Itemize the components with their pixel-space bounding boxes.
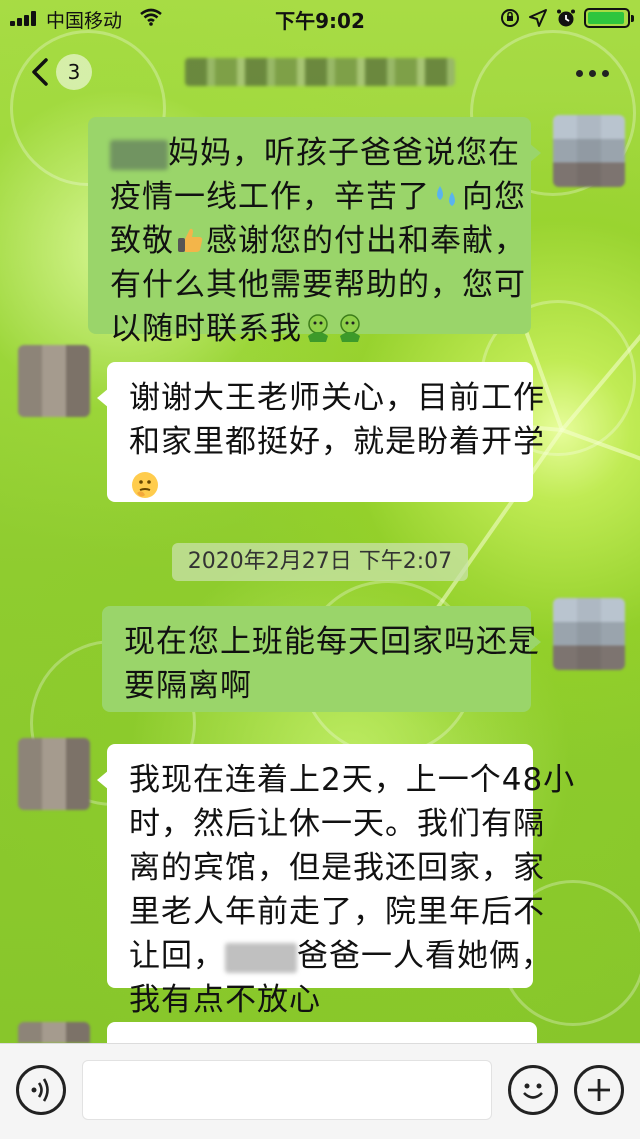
unread-count-badge[interactable]: 3 bbox=[56, 54, 92, 90]
plus-icon[interactable] bbox=[574, 1065, 624, 1115]
message-bubble-outgoing[interactable]: 妈妈，听孩子爸爸说您在 疫情一线工作，辛苦了 向您 致敬 感谢您的付出和奉献， 有什… bbox=[88, 117, 541, 347]
message-text: 感谢您的付出和奉献， bbox=[206, 223, 526, 259]
battery-icon bbox=[584, 8, 634, 28]
alarm-icon bbox=[557, 9, 575, 27]
message-bubble-outgoing[interactable]: 现在您上班能每天回家吗还是 要隔离啊 bbox=[102, 606, 541, 712]
redacted-name bbox=[110, 139, 168, 170]
message-text: 爸爸一人看她俩， bbox=[297, 938, 553, 974]
message-text: 让回， bbox=[129, 938, 225, 974]
location-icon bbox=[529, 9, 547, 27]
input-bar bbox=[0, 1043, 640, 1139]
more-icon[interactable] bbox=[576, 70, 610, 78]
message-text: 我有点不放心 bbox=[129, 982, 321, 1018]
avatar-self[interactable] bbox=[553, 598, 625, 670]
message-bubble-incoming[interactable]: 我现在连着上2天，上一个48小 时，然后让休一天。我们有隔 离的宾馆，但是我还回… bbox=[97, 744, 576, 1018]
emoji-icon[interactable] bbox=[508, 1065, 558, 1115]
avatar-self[interactable] bbox=[553, 115, 625, 187]
avatar-contact[interactable] bbox=[18, 738, 90, 810]
message-text: 谢谢大王老师关心，目前工作 bbox=[129, 380, 545, 416]
hug-emoji bbox=[308, 314, 328, 342]
message-text: 致敬 bbox=[110, 223, 174, 259]
avatar-contact[interactable] bbox=[18, 345, 90, 417]
message-text: 要隔离啊 bbox=[124, 668, 252, 704]
timestamp-divider: 2020年2月27日 下午2:07 bbox=[172, 543, 468, 581]
message-text: 离的宾馆，但是我还回家，家 bbox=[129, 850, 545, 886]
message-text: 以随时联系我 bbox=[110, 311, 302, 347]
message-text: 现在您上班能每天回家吗还是 bbox=[124, 624, 540, 660]
status-bar: 中国移动 下午9:02 bbox=[0, 0, 640, 36]
rotation-lock-icon bbox=[501, 9, 519, 27]
avatar-contact[interactable] bbox=[18, 1022, 90, 1043]
message-text: 向您 bbox=[462, 179, 526, 215]
thinking-emoji bbox=[132, 472, 158, 498]
voice-icon[interactable] bbox=[16, 1065, 66, 1115]
chat-header: 3 bbox=[0, 36, 640, 110]
redacted-name bbox=[225, 942, 297, 973]
message-bubble-incoming[interactable]: 谢谢大王老师关心，目前工作 和家里都挺好，就是盼着开学 bbox=[97, 362, 545, 502]
sweat-droplets-emoji bbox=[437, 186, 455, 206]
message-text: 时，然后让休一天。我们有隔 bbox=[129, 806, 545, 842]
message-text: 我现在连着上2天，上一个48小 bbox=[129, 762, 576, 798]
message-text: 疫情一线工作，辛苦了 bbox=[110, 179, 430, 215]
thumbs-up-emoji bbox=[178, 228, 203, 252]
message-text: 和家里都挺好，就是盼着开学 bbox=[129, 424, 545, 460]
hug-emoji bbox=[340, 314, 360, 342]
message-text: 妈妈，听孩子爸爸说您在 bbox=[168, 135, 520, 171]
chat-title-redacted bbox=[185, 58, 455, 86]
message-input[interactable] bbox=[82, 1060, 492, 1120]
message-text: 里老人年前走了，院里年后不 bbox=[129, 894, 545, 930]
message-bubble-incoming[interactable] bbox=[107, 1022, 537, 1043]
message-text: 有什么其他需要帮助的，您可 bbox=[110, 267, 526, 303]
